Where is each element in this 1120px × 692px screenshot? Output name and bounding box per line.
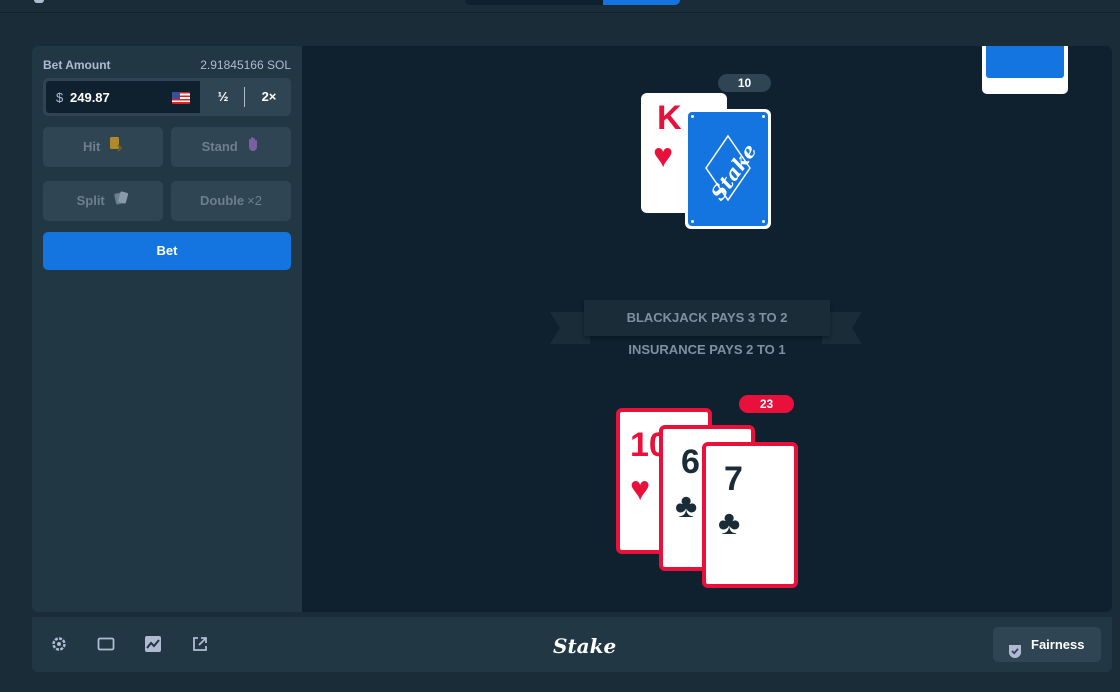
- double-multiplier: ×2: [247, 193, 262, 208]
- bet-button[interactable]: Bet: [43, 232, 291, 270]
- dealer-card-2-facedown: Stake: [685, 109, 771, 229]
- card-back: Stake: [688, 112, 768, 226]
- double-button[interactable]: Double ×2: [171, 181, 291, 221]
- bet-amount-input[interactable]: $ 249.87: [45, 80, 201, 114]
- card-suit: ♣: [718, 504, 741, 542]
- stake-logo: Stake: [553, 634, 617, 658]
- card-suit: ♣: [675, 487, 698, 525]
- fairness-label: Fairness: [1031, 637, 1085, 652]
- tab-active[interactable]: [603, 0, 680, 5]
- shield-check-icon: [1007, 637, 1023, 672]
- split-button[interactable]: Split: [43, 181, 163, 221]
- card-deck: [982, 46, 1070, 94]
- divider: [244, 87, 245, 107]
- split-label: Split: [76, 193, 105, 208]
- currency-symbol: $: [56, 90, 64, 105]
- fairness-button[interactable]: Fairness: [993, 627, 1101, 662]
- insurance-text: INSURANCE PAYS 2 TO 1: [628, 342, 786, 357]
- player-score-badge: 23: [739, 395, 794, 413]
- bet-amount-value: 249.87: [70, 90, 110, 105]
- bet-amount-control: $ 249.87 ½ 2×: [43, 78, 291, 116]
- stand-button[interactable]: Stand: [171, 127, 291, 167]
- balance-value: 2.91845166 SOL: [200, 58, 291, 72]
- hit-button[interactable]: Hit: [43, 127, 163, 167]
- deck-top-card: [982, 46, 1068, 86]
- double-bet-button[interactable]: 2×: [247, 78, 291, 116]
- game-footer: Stake Fairness: [32, 617, 1112, 672]
- card-dot: [691, 220, 694, 223]
- card-dot: [762, 115, 765, 118]
- blackjack-table: 10 K ♥ Stake BLACKJACK PAYS 3 TO 2 INSUR…: [302, 46, 1112, 612]
- card-rank: 7: [724, 460, 743, 498]
- card-dot: [762, 220, 765, 223]
- theatre-mode-icon[interactable]: [97, 635, 115, 653]
- card-suit: ♥: [630, 470, 651, 508]
- us-flag-icon[interactable]: [172, 92, 190, 104]
- player-card-3: 7 ♣: [702, 442, 798, 588]
- tab-casino[interactable]: [465, 0, 603, 5]
- blackjack-pays-banner: BLACKJACK PAYS 3 TO 2: [584, 300, 830, 336]
- stand-label: Stand: [201, 139, 238, 154]
- card-suit: ♥: [653, 137, 674, 175]
- bet-amount-header: Bet Amount 2.91845166 SOL: [43, 58, 291, 74]
- double-label: Double: [200, 193, 245, 208]
- bet-sidebar: Bet Amount 2.91845166 SOL $ 249.87 ½ 2× …: [32, 46, 302, 612]
- gear-icon[interactable]: [50, 635, 68, 653]
- hit-card-icon: [109, 128, 123, 168]
- top-nav-bar: [0, 0, 1120, 13]
- split-cards-icon: [113, 182, 129, 222]
- deck-card-back: [986, 46, 1064, 78]
- card-rank: K: [657, 99, 682, 137]
- hand-icon: [246, 128, 260, 168]
- card-rank: 6: [681, 443, 700, 481]
- stats-icon[interactable]: [144, 635, 162, 653]
- bet-amount-label: Bet Amount: [43, 58, 111, 72]
- dealer-score-badge: 10: [718, 74, 771, 92]
- hit-label: Hit: [83, 139, 101, 154]
- card-dot: [691, 115, 694, 118]
- menu-icon[interactable]: [34, 0, 44, 3]
- half-bet-button[interactable]: ½: [203, 78, 243, 116]
- popout-icon[interactable]: [191, 635, 209, 653]
